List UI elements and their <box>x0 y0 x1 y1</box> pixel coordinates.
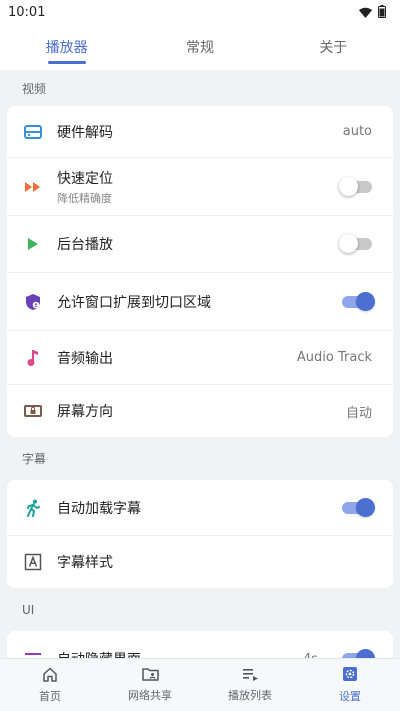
fast-forward-icon <box>23 177 43 197</box>
toggle-knob <box>339 176 358 196</box>
setting-title: 字幕样式 <box>57 555 113 571</box>
status-time: 10:01 <box>8 4 46 20</box>
settings-icon <box>342 666 358 685</box>
nav-network-share[interactable]: 网络共享 <box>100 659 200 711</box>
section-header-subtitle: 字幕 <box>22 452 47 466</box>
video-settings-card: 硬件解码 auto 快速定位 降低精确度 后台播放 允许窗口扩展到切口区域 音频… <box>7 106 393 437</box>
battery-icon <box>378 3 386 22</box>
shield-user-icon <box>23 292 43 312</box>
bottom-nav: 首页 网络共享 播放列表 设置 <box>0 658 400 711</box>
settings-content[interactable]: 视频 硬件解码 auto 快速定位 降低精确度 后台播放 允许窗口扩展到切口区域… <box>0 70 400 658</box>
tab-about[interactable]: 关于 <box>267 24 400 70</box>
setting-value: auto <box>342 124 372 139</box>
section-header-ui: UI <box>22 602 35 617</box>
play-icon <box>23 234 43 254</box>
toggle-knob <box>356 291 375 311</box>
setting-auto-load-subtitle[interactable]: 自动加载字幕 <box>7 480 393 536</box>
setting-title: 后台播放 <box>57 237 113 253</box>
screen-lock-rotation-icon <box>23 401 43 421</box>
setting-title: 自动加载字幕 <box>57 500 141 517</box>
setting-fast-seek[interactable]: 快速定位 降低精确度 <box>7 158 393 216</box>
wifi-icon <box>359 3 372 22</box>
background-play-toggle[interactable] <box>339 234 372 253</box>
ui-settings-card: 自动隐藏界面 4s <box>7 631 393 658</box>
section-header-video: 视频 <box>22 81 47 96</box>
setting-hw-decode[interactable]: 硬件解码 auto <box>7 106 393 158</box>
setting-background-play[interactable]: 后台播放 <box>7 216 393 273</box>
nav-label: 首页 <box>39 689 61 703</box>
status-icons <box>359 3 386 22</box>
hardware-drive-icon <box>23 122 43 142</box>
nav-label: 网络共享 <box>128 689 172 702</box>
status-bar: 10:01 <box>0 0 400 24</box>
text-box-icon <box>23 552 43 572</box>
setting-subtitle: 降低精确度 <box>57 191 112 205</box>
subtitle-settings-card: 自动加载字幕 字幕样式 <box>7 480 393 588</box>
setting-screen-orientation[interactable]: 屏幕方向 自动 <box>7 385 393 437</box>
music-note-icon <box>23 348 43 368</box>
nav-label: 设置 <box>339 690 361 703</box>
toggle-knob <box>339 234 358 253</box>
nav-label: 播放列表 <box>228 688 272 702</box>
display-cutout-toggle[interactable] <box>342 291 375 311</box>
tab-player[interactable]: 播放器 <box>0 24 133 70</box>
home-icon <box>42 667 58 685</box>
setting-value: Audio Track <box>296 350 372 365</box>
nav-settings[interactable]: 设置 <box>300 659 400 711</box>
setting-title: 屏幕方向 <box>57 404 113 420</box>
setting-audio-output[interactable]: 音频输出 Audio Track <box>7 331 393 385</box>
toggle-knob <box>356 497 375 517</box>
setting-title: 快速定位 <box>57 170 113 187</box>
setting-value: 自动 <box>345 405 372 421</box>
playlist-icon <box>242 668 259 684</box>
menu-lines-icon <box>23 649 43 658</box>
running-person-icon <box>23 498 43 518</box>
nav-playlist[interactable]: 播放列表 <box>200 659 300 711</box>
setting-display-cutout[interactable]: 允许窗口扩展到切口区域 <box>7 273 393 331</box>
setting-title: 硬件解码 <box>57 124 113 141</box>
setting-title: 音频输出 <box>57 350 113 367</box>
top-tabs: 播放器 常规 关于 <box>0 24 400 70</box>
setting-subtitle-style[interactable]: 字幕样式 <box>7 536 393 588</box>
toggle-knob <box>356 649 375 658</box>
setting-title: 自动隐藏界面 <box>57 649 303 658</box>
setting-title: 允许窗口扩展到切口区域 <box>57 294 211 311</box>
auto-load-subtitle-toggle[interactable] <box>342 497 375 517</box>
setting-auto-hide-ui[interactable]: 自动隐藏界面 4s <box>7 631 393 658</box>
nav-home[interactable]: 首页 <box>0 659 100 711</box>
tab-general[interactable]: 常规 <box>133 24 266 70</box>
network-folder-icon <box>141 667 159 684</box>
fast-seek-toggle[interactable] <box>339 176 372 196</box>
